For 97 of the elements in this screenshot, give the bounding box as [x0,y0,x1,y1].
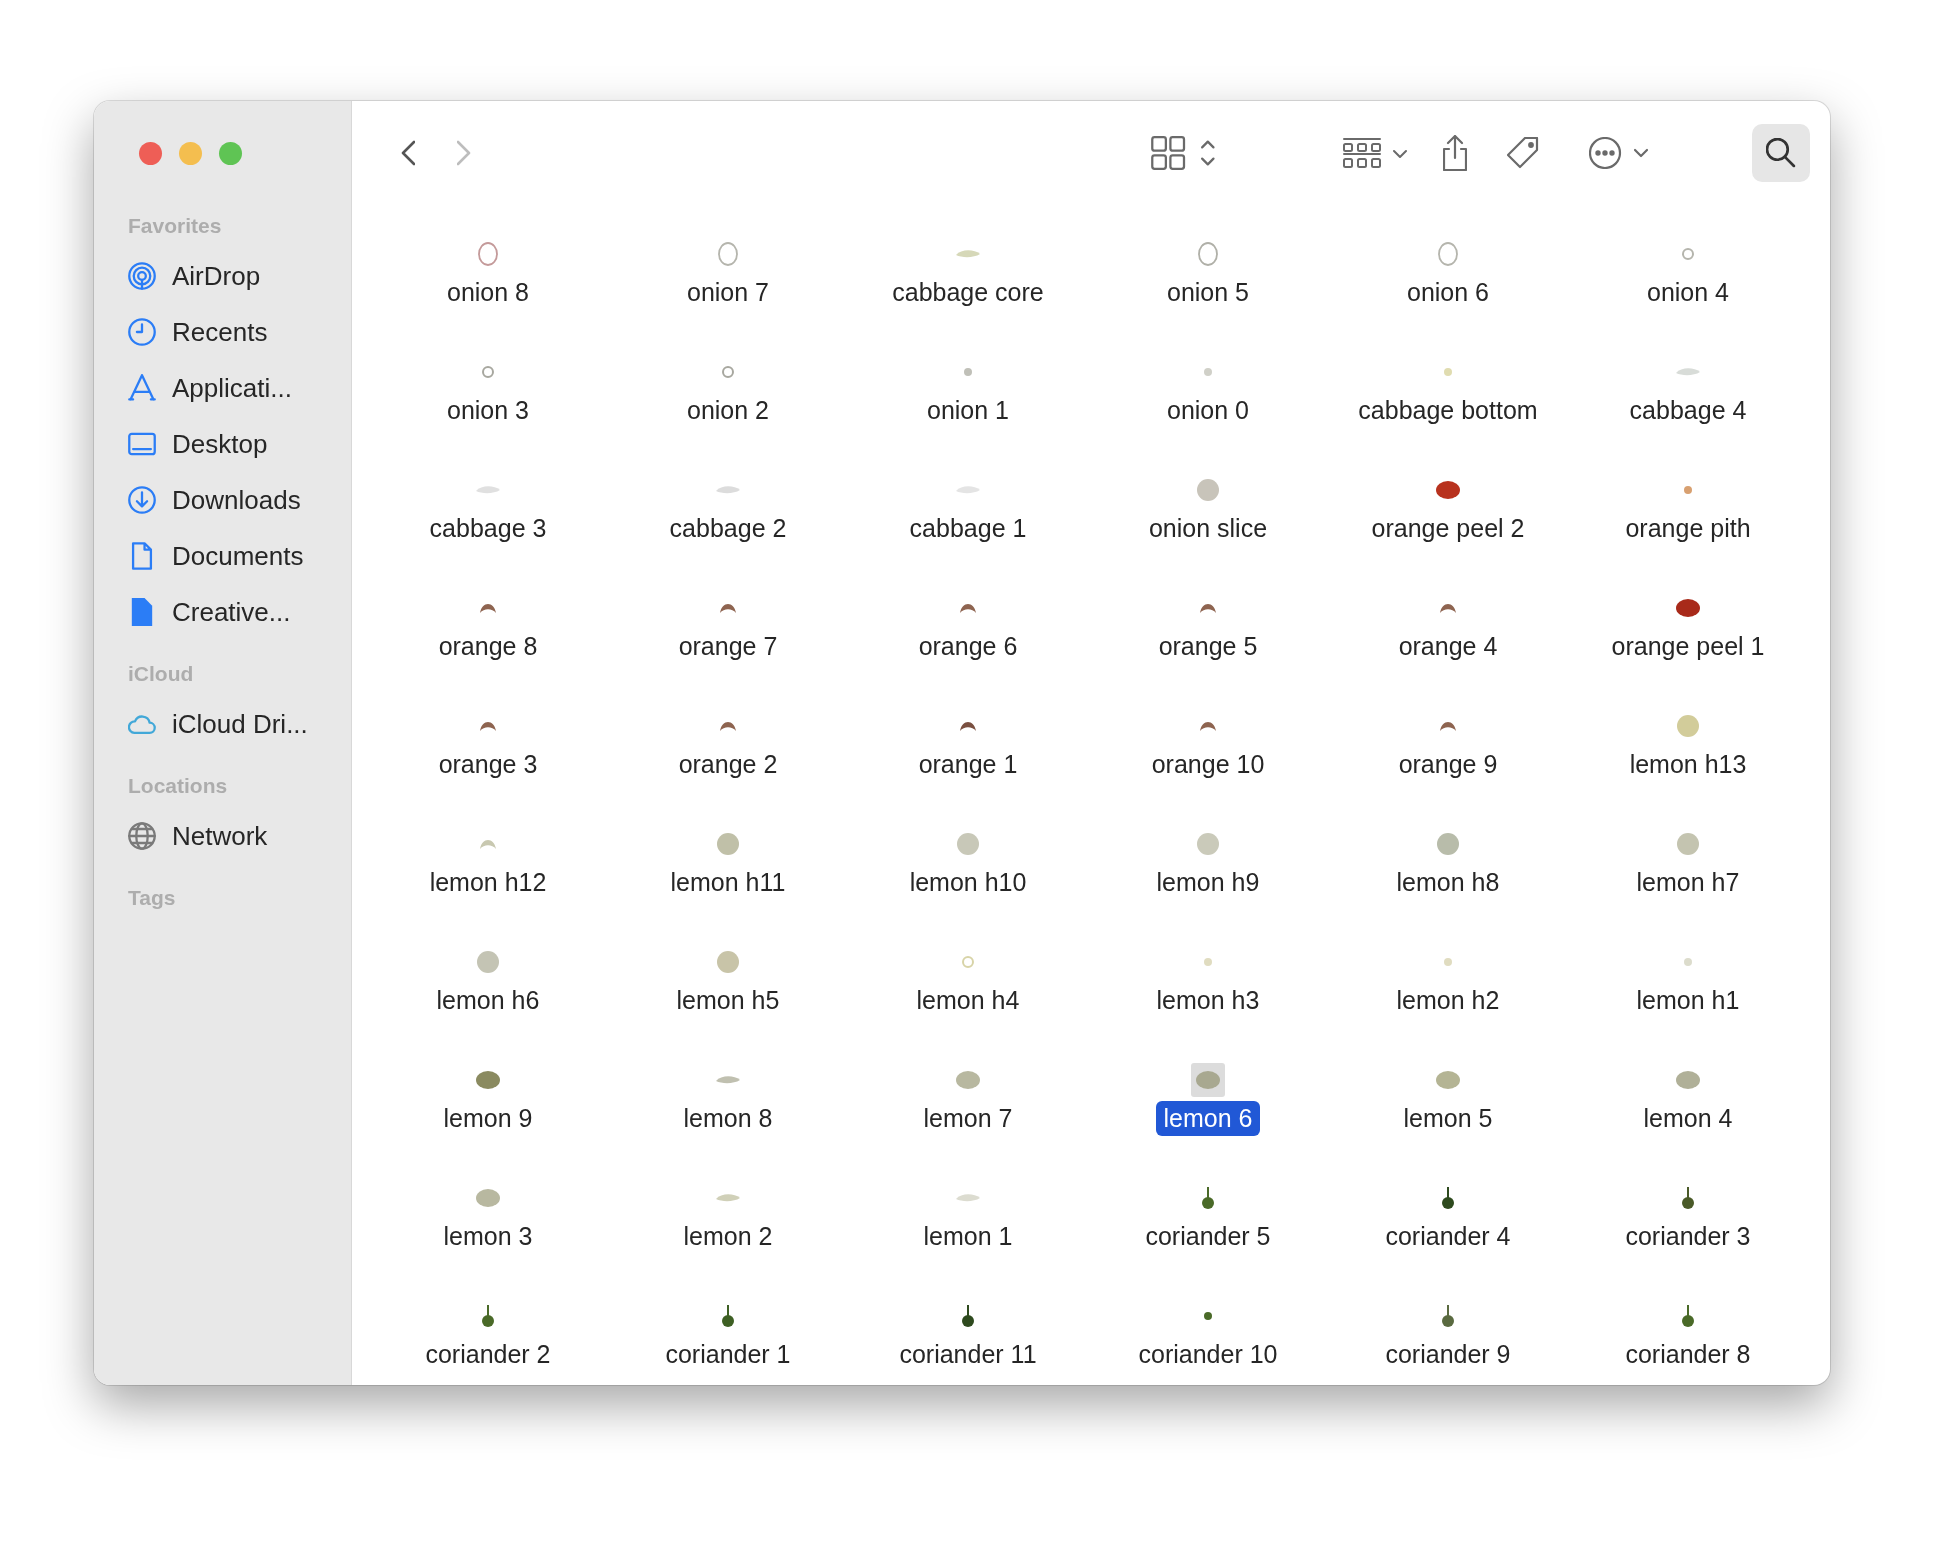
file-name[interactable]: lemon h13 [1621,747,1755,782]
file-name[interactable]: lemon h9 [1148,865,1268,900]
file-name[interactable]: lemon h5 [668,983,788,1018]
file-name[interactable]: orange 2 [670,747,786,782]
file-name[interactable]: lemon h1 [1628,983,1748,1018]
back-icon[interactable] [401,140,415,166]
sidebar-label: Network [172,820,268,852]
globe-icon [128,822,156,850]
file-name[interactable]: coriander 2 [417,1337,559,1372]
sidebar-heading: Tags [128,885,177,911]
file-name[interactable]: lemon 1 [915,1219,1021,1254]
file-name[interactable]: onion 6 [1399,275,1497,310]
file-name[interactable]: lemon h4 [908,983,1028,1018]
sidebar-label: Recents [172,316,268,348]
file-name[interactable]: lemon 8 [675,1101,781,1136]
file-name[interactable]: coriander 3 [1617,1219,1759,1254]
file-name[interactable]: lemon 5 [1395,1101,1501,1136]
sidebar-label: Applicati... [172,372,292,404]
file-name[interactable]: lemon 7 [915,1101,1021,1136]
sidebar-item[interactable]: Creative... [128,584,351,640]
file-name[interactable]: cabbage 3 [421,511,555,546]
file-name[interactable]: lemon h11 [662,865,794,900]
file-name[interactable]: orange 6 [910,629,1026,664]
file-name[interactable]: onion 4 [1639,275,1737,310]
sidebar-item[interactable]: Recents [128,304,351,360]
file-name[interactable]: onion 0 [1159,393,1257,428]
file-name[interactable]: orange 4 [1390,629,1506,664]
grid-view-icon[interactable] [1151,136,1217,170]
sidebar-heading: iCloud [128,661,195,687]
file-name[interactable]: onion 5 [1159,275,1257,310]
file-name[interactable]: lemon h3 [1148,983,1268,1018]
file-name[interactable]: onion slice [1140,511,1276,546]
desktop-icon [128,430,156,458]
more-icon[interactable] [1589,137,1649,169]
file-name[interactable]: lemon h6 [428,983,548,1018]
sidebar-item[interactable]: AirDrop [128,248,351,304]
search-icon [1766,138,1796,168]
sidebar-label: Documents [172,540,304,572]
group-icon[interactable] [1343,138,1407,168]
file-name[interactable]: onion 2 [679,393,777,428]
file-name[interactable]: lemon 9 [435,1101,541,1136]
sidebar-label: Creative... [172,596,291,628]
file-name[interactable]: coriander 5 [1137,1219,1279,1254]
search-button[interactable] [1752,124,1810,182]
file-name[interactable]: onion 7 [679,275,777,310]
file-name[interactable]: lemon 2 [675,1219,781,1254]
file-name[interactable]: coriander 10 [1130,1337,1286,1372]
file-name[interactable]: lemon 4 [1635,1101,1741,1136]
sidebar-heading: Locations [128,773,229,799]
file-name[interactable]: cabbage core [884,275,1052,310]
file-name[interactable]: onion 3 [439,393,537,428]
sidebar-item[interactable]: Downloads [128,472,351,528]
file-name[interactable]: lemon 3 [435,1219,541,1254]
file-name[interactable]: coriander 8 [1617,1337,1759,1372]
file-name[interactable]: coriander 9 [1377,1337,1519,1372]
file-name[interactable]: lemon h2 [1388,983,1508,1018]
sidebar-label: Desktop [172,428,268,460]
download-icon [128,486,156,514]
file-name[interactable]: coriander 1 [657,1337,799,1372]
file-name[interactable]: orange 8 [430,629,546,664]
file-name[interactable]: orange 3 [430,747,546,782]
file-name[interactable]: cabbage 2 [661,511,795,546]
sidebar-item[interactable]: Documents [128,528,351,584]
file-name[interactable]: orange 1 [910,747,1026,782]
file-name[interactable]: cabbage bottom [1350,393,1546,428]
file-name[interactable]: orange 9 [1390,747,1506,782]
file-name[interactable]: orange 7 [670,629,786,664]
file-name[interactable]: orange peel 1 [1603,629,1773,664]
file-name[interactable]: lemon h7 [1628,865,1748,900]
file-name[interactable]: orange 10 [1143,747,1273,782]
file-name[interactable]: lemon h8 [1388,865,1508,900]
file-name[interactable]: lemon h12 [421,865,555,900]
share-icon[interactable] [1443,135,1467,171]
sidebar-item[interactable]: Applicati... [128,360,351,416]
sidebar-label: AirDrop [172,260,261,292]
sidebar-label: iCloud Dri... [172,708,308,740]
sidebar-item[interactable]: iCloud Dri... [128,696,351,752]
sidebar-label: Downloads [172,484,301,516]
file-name[interactable]: lemon 6 [1155,1101,1261,1136]
close-button[interactable] [139,142,162,165]
file-name[interactable]: orange pith [1617,511,1759,546]
file-name[interactable]: cabbage 1 [901,511,1035,546]
airdrop-icon [128,262,156,290]
file-name[interactable]: coriander 4 [1377,1219,1519,1254]
file-name[interactable]: onion 8 [439,275,537,310]
file-name[interactable]: orange peel 2 [1363,511,1533,546]
file-name[interactable]: onion 1 [919,393,1017,428]
file-name[interactable]: orange 5 [1150,629,1266,664]
sidebar-item[interactable]: Network [128,808,351,864]
file-name[interactable]: cabbage 4 [1621,393,1755,428]
clock-icon [128,318,156,346]
file-name[interactable]: lemon h10 [901,865,1035,900]
app-store-icon [128,374,156,402]
tag-icon[interactable] [1507,137,1539,169]
sidebar-item[interactable]: Desktop [128,416,351,472]
file-name[interactable]: coriander 11 [891,1337,1045,1372]
sidebar-heading: Favorites [128,213,223,239]
